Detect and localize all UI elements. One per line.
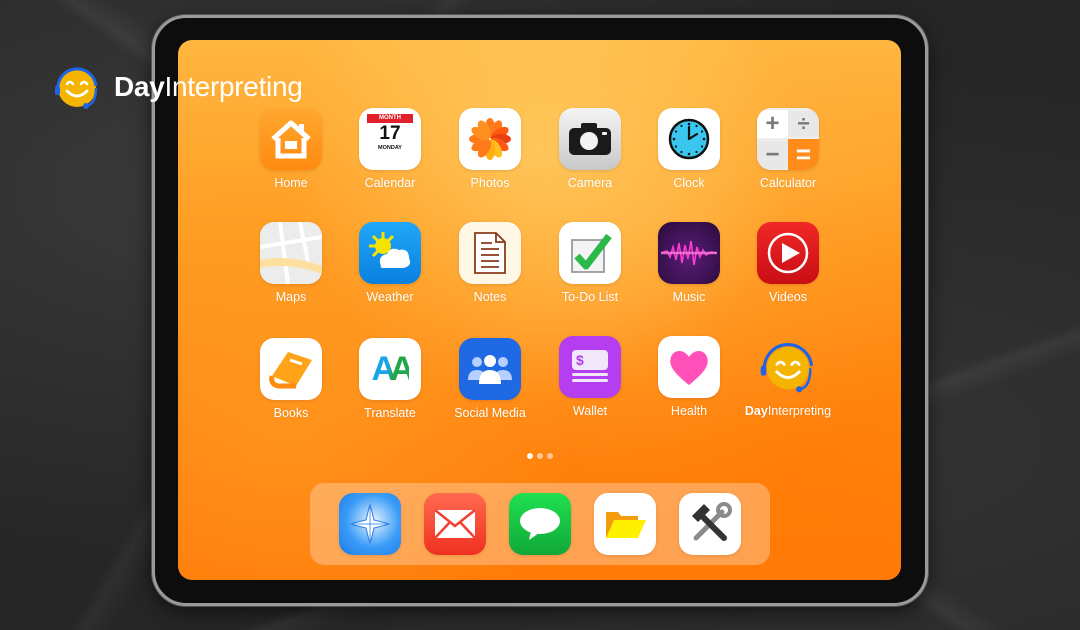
translate-icon: AA [359, 338, 421, 400]
app-label: DayInterpreting [744, 404, 832, 418]
tools-icon[interactable] [678, 493, 741, 555]
home-icon [260, 108, 322, 170]
app-label: Weather [366, 290, 414, 304]
social-media-icon [459, 338, 521, 400]
app-home[interactable]: Home [241, 108, 341, 190]
translate-glyph: AA [371, 349, 414, 388]
messages-icon[interactable] [508, 493, 571, 555]
photos-icon [459, 108, 521, 170]
dayinterpreting-icon [757, 336, 819, 398]
app-label: Videos [769, 290, 807, 304]
app-camera[interactable]: Camera [540, 108, 640, 190]
app-clock[interactable]: Clock [639, 108, 739, 190]
dock [310, 483, 770, 565]
brand-logo: DayInterpreting [52, 64, 303, 110]
music-icon [658, 222, 720, 284]
app-photos[interactable]: Photos [440, 108, 540, 190]
maps-icon [260, 222, 322, 284]
app-label: Music [672, 290, 706, 304]
page-indicator[interactable] [527, 453, 553, 459]
mail-icon[interactable] [424, 493, 487, 555]
app-label: Clock [673, 176, 705, 190]
app-label: Notes [473, 290, 507, 304]
app-books[interactable]: Books [241, 338, 341, 420]
app-wallet[interactable]: $ Wallet [540, 336, 640, 418]
videos-icon [757, 222, 819, 284]
app-todo-list[interactable]: To-Do List [540, 222, 640, 304]
app-label: Calendar [364, 176, 416, 190]
app-dayinterpreting[interactable]: DayInterpreting [738, 336, 838, 418]
app-social-media[interactable]: Social Media [440, 338, 540, 420]
app-label: Home [274, 176, 308, 190]
health-icon [658, 336, 720, 398]
app-label: To-Do List [561, 290, 619, 304]
app-label: Photos [470, 176, 510, 190]
todo-icon [559, 222, 621, 284]
app-label: Camera [567, 176, 613, 190]
calendar-icon: MONTH 17 MONDAY [359, 108, 421, 170]
app-health[interactable]: Health [639, 336, 739, 418]
app-label: Maps [275, 290, 307, 304]
app-label: Social Media [454, 406, 526, 420]
calendar-month: MONTH [367, 114, 413, 123]
calendar-weekday: MONDAY [378, 145, 402, 151]
app-label: Books [273, 406, 309, 420]
app-calendar[interactable]: MONTH 17 MONDAY Calendar [340, 108, 440, 190]
camera-icon [559, 108, 621, 170]
app-label: Health [670, 404, 708, 418]
compass-icon[interactable] [339, 493, 402, 555]
weather-icon [359, 222, 421, 284]
app-notes[interactable]: Notes [440, 222, 540, 304]
smiley-headset-icon [55, 67, 98, 109]
app-videos[interactable]: Videos [738, 222, 838, 304]
app-music[interactable]: Music [639, 222, 739, 304]
app-translate[interactable]: AA Translate [340, 338, 440, 420]
app-label: Translate [364, 406, 416, 420]
files-icon[interactable] [593, 493, 656, 555]
wallet-glyph: $ [572, 350, 608, 370]
app-maps[interactable]: Maps [241, 222, 341, 304]
books-icon [260, 338, 322, 400]
app-label: Calculator [759, 176, 817, 190]
page-dot[interactable] [537, 453, 543, 459]
calculator-icon: + ÷ − = [757, 108, 819, 170]
calendar-day: 17 [379, 123, 401, 144]
page-dot[interactable] [527, 453, 533, 459]
page-dot[interactable] [547, 453, 553, 459]
app-calculator[interactable]: + ÷ − = Calculator [738, 108, 838, 190]
notes-icon [459, 222, 521, 284]
wallet-icon: $ [559, 336, 621, 398]
app-label: Wallet [572, 404, 608, 418]
app-weather[interactable]: Weather [340, 222, 440, 304]
brand-name: DayInterpreting [114, 71, 303, 102]
clock-icon [658, 108, 720, 170]
